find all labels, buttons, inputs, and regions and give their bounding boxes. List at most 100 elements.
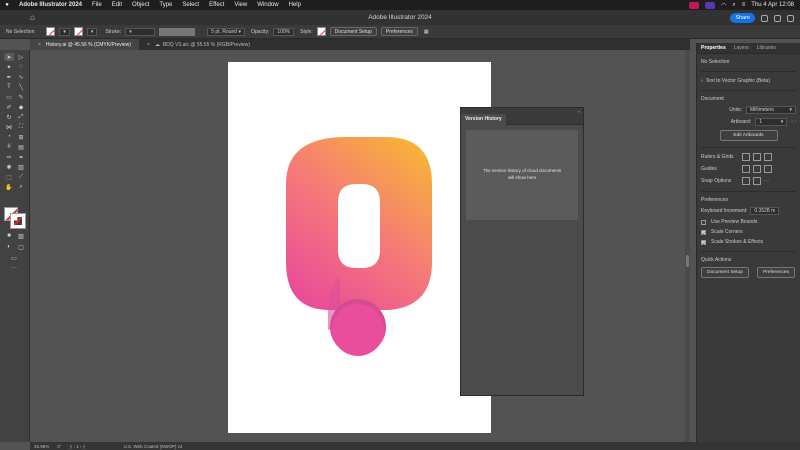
variable-width-field[interactable] [159,27,196,36]
shaper-tool-icon[interactable]: ✐ [4,103,14,111]
pixel-grid-icon[interactable] [764,153,772,161]
quick-preferences-button[interactable]: Preferences [757,267,795,278]
line-tool-icon[interactable]: ╲ [16,83,26,91]
scale-strokes-checkbox[interactable]: ✓ [701,239,706,246]
tab-layers[interactable]: Layers [730,45,753,51]
snap-point-icon[interactable] [742,177,750,185]
fill-stroke-widget[interactable] [4,207,26,229]
snap-more-icon[interactable]: ⋯ [764,178,769,184]
apple-icon[interactable]: ● [0,2,14,8]
mesh-tool-icon[interactable]: # [4,143,14,151]
chevron-right-icon[interactable]: › [701,78,703,84]
show-guides-icon[interactable] [742,165,750,173]
zoom-tool-icon[interactable]: ⌕ [16,183,26,191]
rotation-view[interactable]: 0° [57,444,61,449]
scrollbar-thumb[interactable] [686,255,689,267]
color-mode-icon[interactable]: ■ [4,232,14,240]
keyboard-increment-field[interactable]: 0.3528 m [750,207,780,215]
menu-type[interactable]: Type [154,2,177,8]
brush-dropdown[interactable]: 5 pt. Round ▾ [207,27,245,36]
cloud-icon[interactable] [787,14,794,22]
use-preview-bounds-checkbox[interactable] [701,219,706,225]
more-tools-icon[interactable]: ··· [9,264,19,272]
eraser-icon[interactable]: ◆ [16,103,26,111]
shape-builder-icon[interactable]: ◔ [4,133,14,141]
stroke-box[interactable] [10,213,26,229]
gradient-mode-icon[interactable]: ▨ [16,232,26,240]
blend-tool-icon[interactable]: ⚭ [16,153,26,161]
tab-bdq-v3[interactable]: × ☁ BDQ V3.aic @ 55.55 % (RGB/Preview) [139,39,258,50]
scale-tool-icon[interactable]: ⤢ [16,113,26,121]
close-icon[interactable]: × [147,42,150,48]
tab-history-ai[interactable]: × History.ai @ 45.56 % (CMYK/Preview) [30,39,139,50]
type-tool-icon[interactable]: T [4,83,14,91]
paintbrush-icon[interactable]: ✎ [16,93,26,101]
q-logo-artwork[interactable] [228,62,491,433]
artboard-nav-icon[interactable]: ‹ › [791,119,796,125]
tab-libraries[interactable]: Libraries [753,45,780,51]
pen-tool-icon[interactable]: ✒ [4,73,14,81]
grid-icon[interactable] [753,153,761,161]
version-history-tab[interactable]: Version History [461,113,506,125]
width-tool-icon[interactable]: ⋈ [4,123,14,131]
fill-dropdown[interactable]: ▾ [59,27,70,36]
menu-app-name[interactable]: Adobe Illustrator 2024 [14,2,87,8]
slice-tool-icon[interactable]: ⟋ [16,173,26,181]
discover-icon[interactable] [761,14,768,22]
quick-document-setup-button[interactable]: Document Setup [701,267,749,278]
menu-edit[interactable]: Edit [107,2,127,8]
symbol-sprayer-icon[interactable]: ✺ [4,163,14,171]
menu-file[interactable]: File [87,2,107,8]
draw-mode-icon[interactable]: ◐ [4,243,14,251]
selection-tool-icon[interactable]: ➤ [4,53,14,61]
clock[interactable]: Thu 4 Apr 12:08 [751,2,794,8]
stroke-dropdown[interactable]: ▾ [86,27,98,36]
tab-properties[interactable]: Properties [697,45,730,51]
opacity-field[interactable]: 100% [273,27,295,36]
screen-mode-toggle-icon[interactable]: ▭ [9,254,19,262]
share-button[interactable]: Share [730,13,755,23]
rotate-tool-icon[interactable]: ↻ [4,113,14,121]
perspective-grid-icon[interactable]: ⊞ [16,133,26,141]
column-graph-icon[interactable]: ▥ [16,163,26,171]
stroke-swatch[interactable] [73,27,83,36]
search-icon[interactable]: ⌕ [732,2,735,9]
close-icon[interactable]: × [38,42,41,48]
eyedropper-icon[interactable]: ✑ [4,153,14,161]
zoom-level[interactable]: 45.96% [34,444,49,449]
lasso-icon[interactable]: ◌ [16,63,26,71]
menu-object[interactable]: Object [127,2,154,8]
style-swatch[interactable] [316,27,326,36]
direct-selection-tool-icon[interactable]: ▷ [16,53,26,61]
menu-select[interactable]: Select [177,2,204,8]
wifi-icon[interactable]: ◠ [721,2,726,9]
gradient-tool-icon[interactable]: ▤ [16,143,26,151]
rulers-icon[interactable] [742,153,750,161]
collapse-icon[interactable]: » [578,109,580,114]
menu-window[interactable]: Window [252,2,283,8]
artboard-navigator[interactable]: |‹ ‹ 1 › ›| [70,444,86,449]
curvature-tool-icon[interactable]: ∿ [16,73,26,81]
hand-tool-icon[interactable]: ✋ [4,183,14,191]
smart-guides-icon[interactable] [764,165,772,173]
preferences-button[interactable]: Preferences [380,27,418,36]
edit-artboards-button[interactable]: Edit Artboards [719,130,778,141]
document-setup-button[interactable]: Document Setup [329,27,377,36]
snap-pixel-icon[interactable] [753,177,761,185]
text-to-vector-item[interactable]: Text to Vector Graphic (Beta) [706,78,770,84]
free-transform-icon[interactable]: ⛶ [16,123,26,131]
arrange-documents-icon[interactable]: ▦ [424,29,429,35]
fill-swatch[interactable] [46,27,56,36]
artboard-dropdown[interactable]: 1 ▾ [755,118,788,126]
magic-wand-icon[interactable]: ✦ [4,63,14,71]
stroke-weight-field[interactable]: ▾ [125,27,156,36]
arrange-icon[interactable] [774,14,781,22]
menu-help[interactable]: Help [284,2,306,8]
artboard-tool-icon[interactable]: ⬚ [4,173,14,181]
menu-view[interactable]: View [229,2,252,8]
lock-guides-icon[interactable] [753,165,761,173]
canvas-area[interactable] [30,50,690,442]
app-badge-icon[interactable] [689,1,700,9]
screen-mode-icon[interactable]: ▢ [16,243,26,251]
control-center-icon[interactable]: ≡ [742,2,746,8]
